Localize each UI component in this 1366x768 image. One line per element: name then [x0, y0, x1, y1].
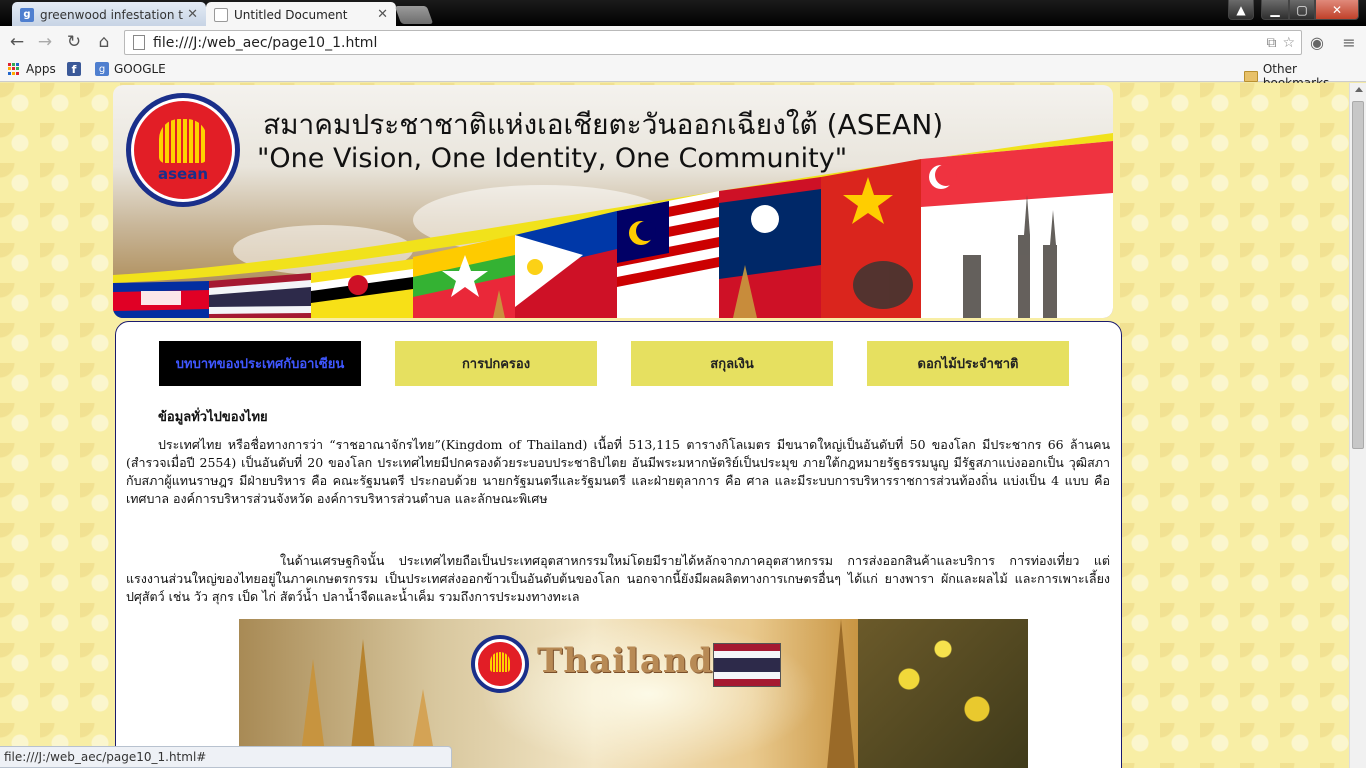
thai-flag-icon	[713, 643, 781, 687]
page-viewport: asean สมาคมประชาชาติแห่งเอเชียตะวันออกเฉ…	[0, 83, 1349, 768]
facebook-icon: f	[67, 62, 81, 76]
content-panel: บทบาทของประเทศกับอาเซียน การปกครอง สกุลเ…	[115, 321, 1122, 768]
tab-title: greenwood infestation th	[40, 7, 184, 22]
asean-banner: asean สมาคมประชาชาติแห่งเอเชียตะวันออกเฉ…	[113, 85, 1113, 318]
general-info-paragraph: ประเทศไทย หรือชื่อทางการว่า “ราชอาณาจักร…	[126, 437, 1110, 506]
status-bar: file:///J:/web_aec/page10_1.html#	[0, 746, 452, 768]
bookmark-star-icon[interactable]: ☆	[1282, 35, 1295, 51]
nav-country-role[interactable]: บทบาทของประเทศกับอาเซียน	[159, 341, 361, 386]
nav-currency[interactable]: สกุลเงิน	[631, 341, 833, 386]
asean-logo	[471, 635, 529, 693]
translate-icon[interactable]: ⧉	[1266, 35, 1276, 51]
economy-paragraph: ในด้านเศรษฐกิจนั้น ประเทศไทยถือเป็นประเท…	[126, 553, 1110, 604]
user-icon[interactable]: ▲	[1228, 0, 1254, 20]
close-tab-icon[interactable]: ✕	[187, 7, 198, 22]
window-titlebar: g greenwood infestation th ✕ Untitled Do…	[0, 0, 1366, 27]
bookmark-label: Apps	[26, 62, 56, 76]
folder-icon	[1244, 70, 1258, 82]
forward-arrow-icon[interactable]: →	[34, 31, 56, 53]
apps-grid-icon	[8, 62, 21, 76]
asean-logo: asean	[126, 93, 240, 207]
tab-greenwood[interactable]: g greenwood infestation th ✕	[12, 2, 206, 27]
close-tab-icon[interactable]: ✕	[377, 7, 388, 22]
banner-slogan: "One Vision, One Identity, One Community…	[257, 143, 848, 174]
reload-icon[interactable]: ↻	[63, 31, 85, 53]
tab-title: Untitled Document	[234, 7, 348, 22]
nav-national-flower[interactable]: ดอกไม้ประจำชาติ	[867, 341, 1069, 386]
golden-shower-flowers	[858, 619, 1028, 768]
minimize-button[interactable]: ▁	[1261, 0, 1289, 20]
rice-sheaf-icon	[159, 119, 207, 163]
maximize-button[interactable]: ▢	[1289, 0, 1315, 20]
close-window-button[interactable]: ✕	[1315, 0, 1359, 20]
nav-government[interactable]: การปกครอง	[395, 341, 597, 386]
menu-icon[interactable]: ≡	[1338, 31, 1360, 53]
page-icon	[133, 35, 145, 50]
bookmark-google[interactable]: g GOOGLE	[95, 62, 166, 76]
section-heading: ข้อมูลทั่วไปของไทย	[158, 410, 268, 425]
extension-icon[interactable]: ◉	[1306, 31, 1328, 53]
new-tab-button[interactable]	[394, 6, 434, 24]
address-bar[interactable]: file:///J:/web_aec/page10_1.html ⧉ ☆	[124, 30, 1302, 55]
bookmark-apps[interactable]: Apps	[8, 62, 56, 76]
page-icon	[214, 7, 228, 22]
bookmark-facebook[interactable]: f	[67, 62, 81, 76]
back-arrow-icon[interactable]: ←	[6, 31, 28, 53]
asean-logo-text: asean	[157, 165, 209, 183]
scroll-thumb[interactable]	[1352, 101, 1364, 449]
bookmark-label: GOOGLE	[114, 62, 166, 76]
thailand-caption: Thailand	[537, 641, 714, 681]
scroll-up-arrow-icon[interactable]	[1355, 87, 1363, 92]
home-icon[interactable]: ⌂	[93, 31, 115, 53]
google-plus-icon: g	[95, 62, 109, 76]
google-plus-icon: g	[20, 7, 34, 22]
tab-untitled-document[interactable]: Untitled Document ✕	[206, 2, 396, 27]
url-text[interactable]: file:///J:/web_aec/page10_1.html	[153, 35, 1266, 51]
bookmarks-bar: Apps f g GOOGLE Other bookmarks	[0, 58, 1366, 90]
banner-title: สมาคมประชาชาติแห่งเอเชียตะวันออกเฉียงใต้…	[263, 108, 944, 141]
vertical-scrollbar[interactable]	[1349, 83, 1366, 768]
